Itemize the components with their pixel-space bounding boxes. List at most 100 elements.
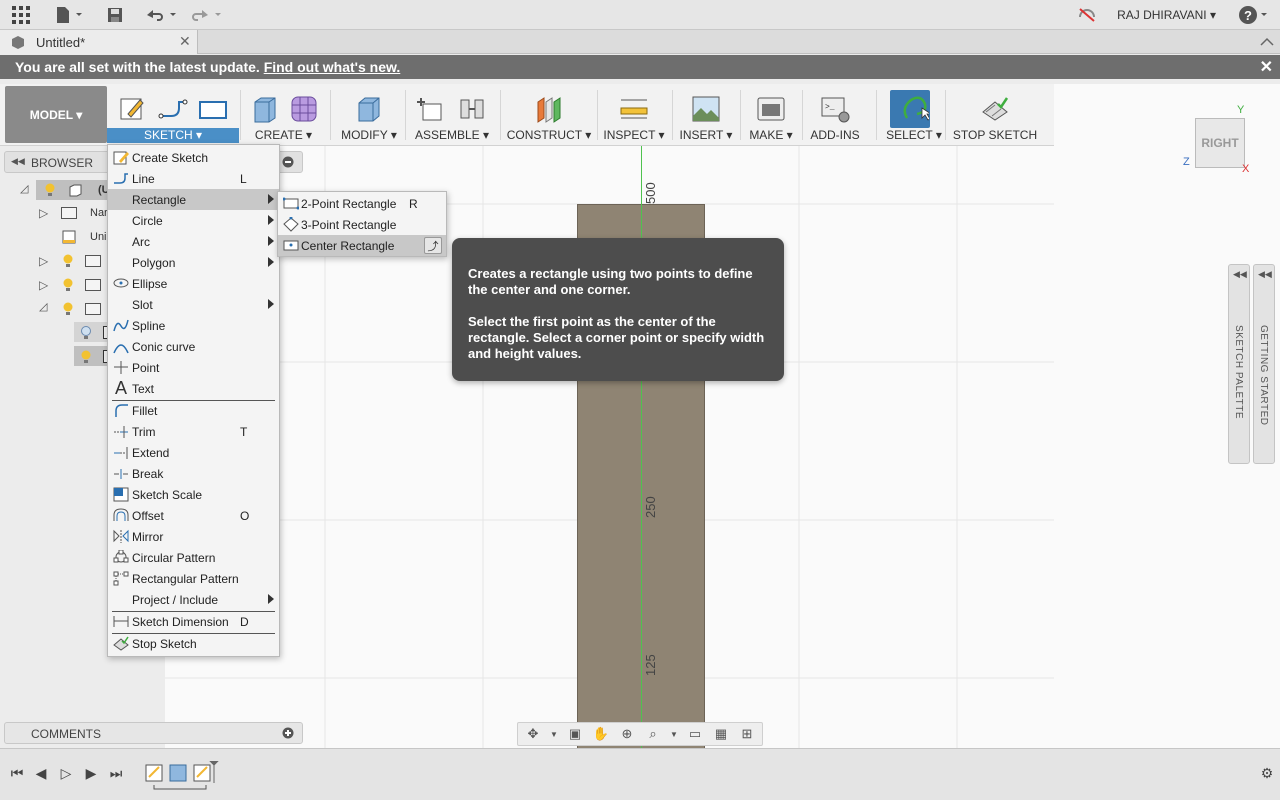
- menu-item-line[interactable]: Line L: [108, 168, 279, 189]
- menu-item-project-include[interactable]: Project / Include: [108, 589, 279, 610]
- expand-left-icon[interactable]: ◀◀: [1258, 269, 1272, 280]
- form-icon[interactable]: [289, 94, 319, 124]
- pin-to-toolbar-icon[interactable]: ⤴: [424, 237, 442, 254]
- menu-item-circular-pattern[interactable]: Circular Pattern: [108, 547, 279, 568]
- banner-close-icon[interactable]: ✕: [1260, 57, 1273, 77]
- play-icon[interactable]: ▷: [56, 763, 76, 783]
- offline-icon[interactable]: [1078, 4, 1096, 26]
- collapsed-triangle-icon[interactable]: ▷: [39, 206, 48, 220]
- make-menu-button[interactable]: MAKE ▾: [742, 128, 800, 142]
- select-lasso-icon[interactable]: [899, 94, 929, 124]
- collapse-up-icon[interactable]: [1260, 36, 1274, 48]
- go-to-start-icon[interactable]: ⏮: [7, 763, 27, 783]
- collapsed-triangle-icon[interactable]: ▷: [39, 254, 48, 268]
- menu-item-mirror[interactable]: Mirror: [108, 526, 279, 547]
- offset-plane-icon[interactable]: [534, 94, 564, 124]
- viewcube[interactable]: RIGHT: [1195, 118, 1245, 168]
- sketch-palette-tab[interactable]: ◀◀ SKETCH PALETTE: [1228, 264, 1250, 464]
- save-button[interactable]: [105, 4, 125, 26]
- zoom-dropdown-icon[interactable]: ▼: [668, 725, 680, 743]
- menu-item-circle[interactable]: Circle: [108, 210, 279, 231]
- insert-menu-button[interactable]: INSERT ▾: [674, 128, 738, 142]
- document-tab-close-icon[interactable]: ✕: [179, 33, 191, 50]
- create-group[interactable]: CREATE ▾: [241, 86, 326, 144]
- menu-item-stop-sketch[interactable]: Stop Sketch: [108, 633, 279, 654]
- menu-item-spline[interactable]: Spline: [108, 315, 279, 336]
- menu-item-2-point-rectangle[interactable]: 2-Point Rectangle R: [278, 193, 446, 214]
- document-tab[interactable]: Untitled* ✕: [0, 30, 198, 54]
- create-sketch-icon[interactable]: [118, 94, 148, 124]
- menu-item-3-point-rectangle[interactable]: 3-Point Rectangle: [278, 214, 446, 235]
- insert-group[interactable]: INSERT ▾: [674, 86, 738, 144]
- apps-grid-icon[interactable]: [10, 4, 32, 26]
- visibility-bulb-icon[interactable]: [44, 183, 56, 197]
- help-button[interactable]: ?: [1238, 4, 1270, 26]
- menu-item-fillet[interactable]: Fillet: [108, 400, 279, 421]
- insert-image-icon[interactable]: [691, 94, 721, 124]
- measure-icon[interactable]: [619, 94, 649, 124]
- timeline-settings-gear-icon[interactable]: ⚙: [1257, 763, 1277, 783]
- collapse-left-icon[interactable]: ◀◀: [11, 156, 25, 167]
- fit-icon[interactable]: ⌕: [642, 725, 664, 743]
- expand-left-icon[interactable]: ◀◀: [1233, 269, 1247, 280]
- construct-menu-button[interactable]: CONSTRUCT ▾: [503, 128, 595, 142]
- modify-group[interactable]: MODIFY ▾: [335, 86, 403, 144]
- timeline-features[interactable]: [144, 761, 220, 793]
- step-back-icon[interactable]: ◀: [31, 763, 51, 783]
- whats-new-link[interactable]: Find out what's new.: [264, 59, 401, 75]
- sketch-menu-button[interactable]: SKETCH ▾: [107, 128, 239, 143]
- joint-icon[interactable]: [457, 94, 487, 124]
- extrude-icon[interactable]: [249, 94, 279, 124]
- pan-icon[interactable]: ✋: [590, 725, 612, 743]
- getting-started-tab[interactable]: ◀◀ GETTING STARTED: [1253, 264, 1275, 464]
- sketch-group[interactable]: SKETCH ▾: [107, 86, 239, 144]
- add-comment-icon[interactable]: [282, 727, 294, 739]
- menu-item-slot[interactable]: Slot: [108, 294, 279, 315]
- new-component-icon[interactable]: [417, 94, 447, 124]
- menu-item-sketch-dimension[interactable]: Sketch Dimension D: [108, 611, 279, 632]
- menu-item-arc[interactable]: Arc: [108, 231, 279, 252]
- menu-item-ellipse[interactable]: Ellipse: [108, 273, 279, 294]
- menu-item-break[interactable]: Break: [108, 463, 279, 484]
- menu-item-extend[interactable]: Extend: [108, 442, 279, 463]
- visibility-bulb-icon[interactable]: [80, 350, 92, 364]
- redo-button[interactable]: [188, 4, 224, 26]
- user-menu[interactable]: RAJ DHIRAVANI ▾: [1117, 8, 1216, 22]
- construct-group[interactable]: CONSTRUCT ▾: [503, 86, 595, 144]
- menu-item-center-rectangle[interactable]: Center Rectangle ⤴: [278, 235, 446, 256]
- stop-sketch-icon[interactable]: [980, 94, 1010, 124]
- addins-group[interactable]: >_ ADD-INS: [805, 86, 865, 144]
- minimize-icon[interactable]: [282, 156, 294, 168]
- press-pull-icon[interactable]: [354, 94, 384, 124]
- menu-item-create-sketch[interactable]: Create Sketch: [108, 147, 279, 168]
- grid-settings-icon[interactable]: ▦: [710, 725, 732, 743]
- create-menu-button[interactable]: CREATE ▾: [241, 128, 326, 142]
- stop-sketch-group[interactable]: STOP SKETCH: [950, 86, 1040, 144]
- expanded-triangle-icon[interactable]: ◿: [20, 182, 28, 195]
- modify-menu-button[interactable]: MODIFY ▾: [335, 128, 403, 142]
- rectangle-tool-icon[interactable]: [198, 94, 228, 124]
- stop-sketch-button[interactable]: STOP SKETCH: [950, 128, 1040, 142]
- inspect-menu-button[interactable]: INSPECT ▾: [600, 128, 668, 142]
- line-tool-icon[interactable]: [158, 94, 188, 124]
- menu-item-polygon[interactable]: Polygon: [108, 252, 279, 273]
- menu-item-trim[interactable]: Trim T: [108, 421, 279, 442]
- addins-menu-button[interactable]: ADD-INS: [805, 128, 865, 142]
- menu-item-point[interactable]: Point: [108, 357, 279, 378]
- menu-item-offset[interactable]: Offset O: [108, 505, 279, 526]
- scripts-addins-icon[interactable]: >_: [820, 94, 850, 124]
- comments-panel-header[interactable]: COMMENTS: [4, 722, 303, 744]
- 3d-print-icon[interactable]: [756, 94, 786, 124]
- display-settings-icon[interactable]: ▭: [684, 725, 706, 743]
- menu-item-conic-curve[interactable]: Conic curve: [108, 336, 279, 357]
- workspace-switcher[interactable]: MODEL ▾: [5, 86, 107, 143]
- menu-item-sketch-scale[interactable]: Sketch Scale: [108, 484, 279, 505]
- step-forward-icon[interactable]: ▶: [81, 763, 101, 783]
- orbit-dropdown-icon[interactable]: ▼: [548, 725, 560, 743]
- assemble-group[interactable]: ASSEMBLE ▾: [408, 86, 496, 144]
- visibility-bulb-off-icon[interactable]: [80, 326, 92, 340]
- collapsed-triangle-icon[interactable]: ▷: [39, 278, 48, 292]
- menu-item-rectangular-pattern[interactable]: Rectangular Pattern: [108, 568, 279, 589]
- look-at-icon[interactable]: ▣: [564, 725, 586, 743]
- go-to-end-icon[interactable]: ⏭: [106, 763, 126, 783]
